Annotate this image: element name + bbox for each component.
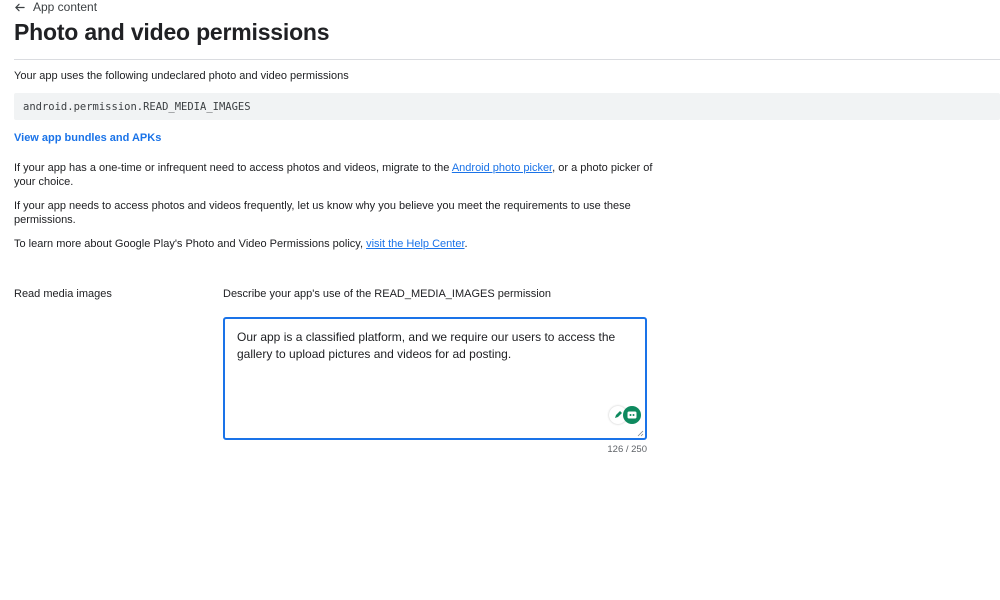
permission-box: android.permission.READ_MEDIA_IMAGES: [14, 93, 1000, 120]
picker-text-before: If your app has a one-time or infrequent…: [14, 162, 452, 174]
resize-handle[interactable]: [637, 430, 644, 437]
grammar-assistant-icon: [627, 411, 637, 419]
photo-picker-link[interactable]: Android photo picker: [452, 162, 552, 174]
page: App content Photo and video permissions …: [0, 0, 1000, 600]
description-textarea[interactable]: Our app is a classified platform, and we…: [225, 319, 645, 438]
help-text-after: .: [464, 238, 468, 250]
arrow-left-icon: [15, 3, 25, 11]
intro-text: Your app uses the following undeclared p…: [14, 70, 349, 82]
view-bundles-link[interactable]: View app bundles and APKs: [14, 132, 161, 144]
help-text-before: To learn more about Google Play's Photo …: [14, 238, 367, 250]
writing-assistant: [609, 406, 641, 424]
back-link-label: App content: [33, 0, 98, 14]
help-paragraph: To learn more about Google Play's Photo …: [14, 237, 654, 251]
description-field: Our app is a classified platform, and we…: [223, 317, 647, 440]
pencil-icon: [615, 411, 622, 418]
help-center-link[interactable]: visit the Help Center: [366, 238, 464, 250]
grammar-assistant-button[interactable]: [623, 406, 641, 424]
picker-paragraph: If your app has a one-time or infrequent…: [14, 161, 654, 189]
permission-name: android.permission.READ_MEDIA_IMAGES: [23, 100, 251, 113]
read-media-images-label: Read media images: [14, 288, 112, 300]
description-field-label: Describe your app's use of the READ_MEDI…: [223, 288, 551, 300]
char-counter: 126 / 250: [607, 444, 647, 455]
title-divider: [14, 59, 1000, 60]
page-title: Photo and video permissions: [14, 19, 330, 45]
back-link[interactable]: App content: [14, 0, 97, 14]
requirements-paragraph: If your app needs to access photos and v…: [14, 200, 631, 226]
